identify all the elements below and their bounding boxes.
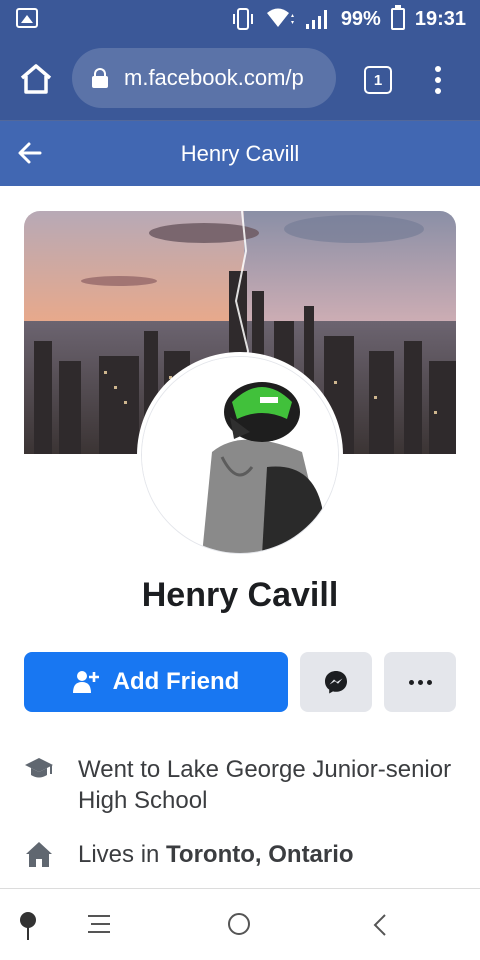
- overflow-menu-icon[interactable]: [428, 62, 448, 98]
- message-button[interactable]: [300, 652, 372, 712]
- tab-count: 1: [373, 71, 383, 89]
- residence-place[interactable]: Toronto, Ontario: [166, 841, 354, 868]
- wifi-icon: [266, 8, 294, 27]
- add-friend-label: Add Friend: [112, 668, 240, 695]
- nav-back-icon[interactable]: [372, 913, 388, 937]
- page-header: Henry Cavill: [0, 120, 480, 186]
- home-icon[interactable]: [18, 62, 54, 96]
- tabs-icon[interactable]: 1: [364, 66, 392, 94]
- android-nav-bar: [0, 888, 480, 960]
- battery-percent: 99%: [340, 7, 381, 30]
- gallery-icon: [16, 8, 38, 28]
- url-text: m.facebook.com/p: [124, 65, 304, 90]
- residence-prefix: Lives in: [78, 841, 167, 868]
- profile-name: Henry Cavill: [141, 576, 339, 614]
- graduation-cap-icon: [25, 758, 53, 778]
- add-friend-button[interactable]: Add Friend: [24, 652, 288, 712]
- add-friend-icon: [72, 671, 99, 693]
- recents-icon[interactable]: [88, 915, 110, 933]
- lock-icon: [92, 68, 108, 88]
- status-icons: 99% 19:31: [231, 5, 466, 32]
- education-info: Went to Lake George Junior-senior High S…: [24, 754, 456, 816]
- vibrate-icon: [232, 8, 253, 30]
- residence-text: Lives in Toronto, Ontario: [78, 839, 354, 870]
- messenger-icon: [325, 671, 347, 694]
- page-title: Henry Cavill: [180, 141, 300, 166]
- avatar-illustration: [142, 357, 338, 553]
- more-dots-icon: [408, 679, 414, 685]
- clock: 19:31: [414, 7, 466, 30]
- pin-icon[interactable]: [18, 911, 38, 941]
- browser-toolbar: m.facebook.com/p 1: [0, 38, 480, 120]
- signal-icon: [305, 10, 327, 29]
- residence-info: Lives in Toronto, Ontario: [24, 839, 456, 870]
- status-bar: 99% 19:31: [0, 0, 480, 38]
- avatar: [141, 356, 339, 554]
- education-text: Went to Lake George Junior-senior High S…: [78, 756, 452, 814]
- home-circle-icon[interactable]: [228, 913, 250, 935]
- profile-picture[interactable]: [137, 352, 343, 558]
- battery-icon: [390, 5, 405, 30]
- more-options-button[interactable]: [384, 652, 456, 712]
- url-bar[interactable]: m.facebook.com/p: [72, 48, 336, 108]
- home-icon: [26, 842, 52, 867]
